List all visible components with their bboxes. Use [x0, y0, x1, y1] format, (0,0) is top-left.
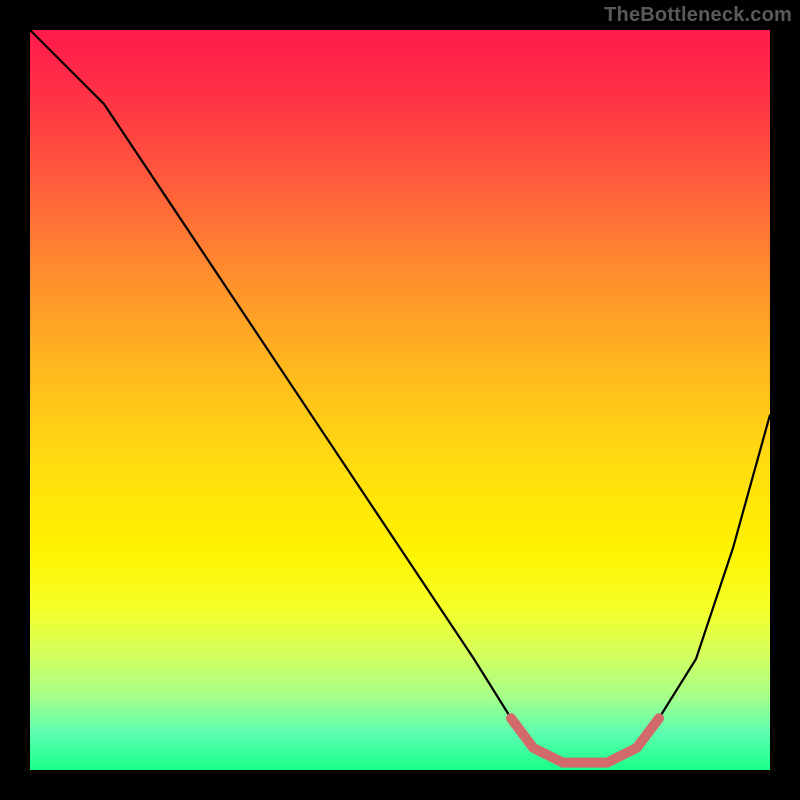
chart-frame: TheBottleneck.com — [0, 0, 800, 800]
main-curve — [30, 30, 770, 763]
watermark-label: TheBottleneck.com — [604, 4, 792, 27]
curve-layer — [30, 30, 770, 770]
highlight-segment — [511, 718, 659, 762]
plot-area — [30, 30, 770, 770]
